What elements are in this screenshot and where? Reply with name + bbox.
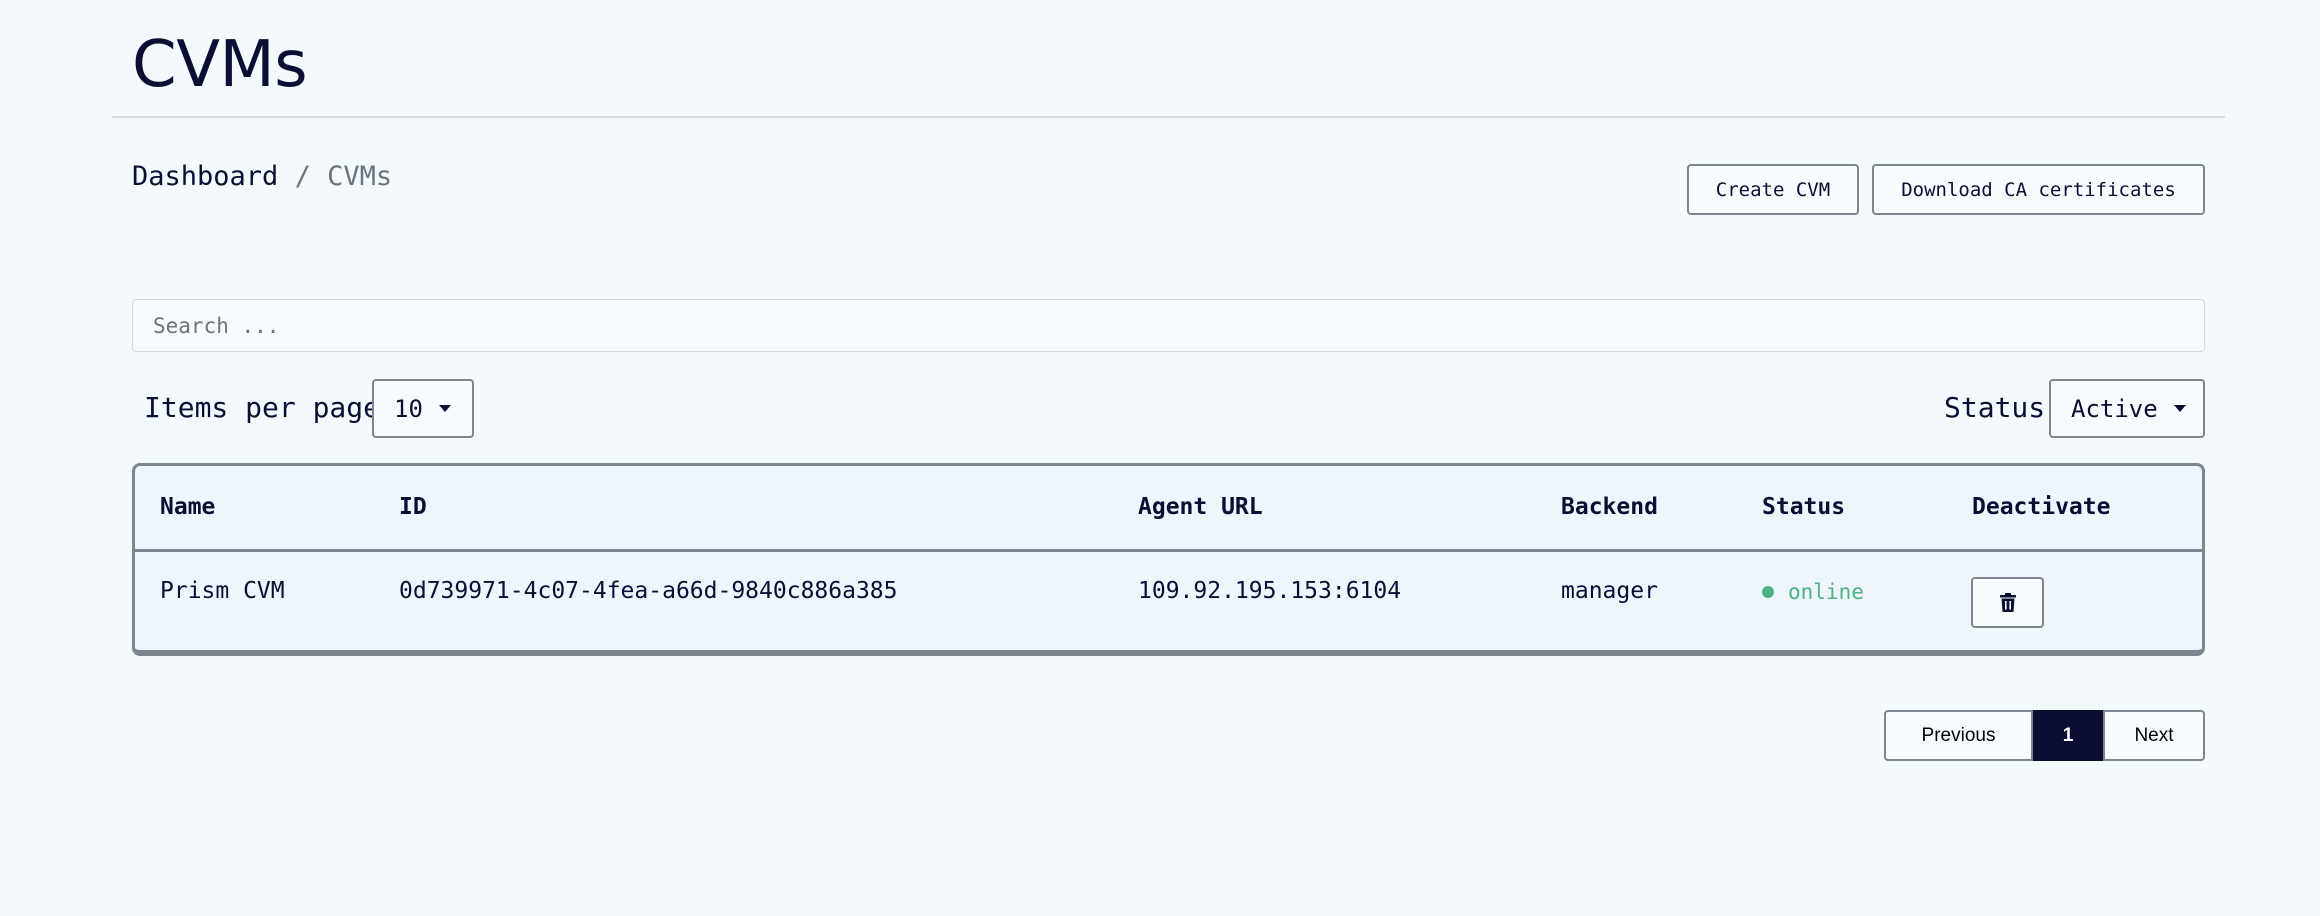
chevron-down-icon (2173, 405, 2186, 412)
items-per-page-select[interactable]: 10 (372, 379, 474, 438)
cell-name: Prism CVM (160, 578, 285, 604)
status-text: online (1788, 580, 1864, 604)
column-header-agent-url: Agent URL (1138, 494, 1263, 520)
breadcrumb-current: CVMs (327, 161, 393, 192)
cvm-table: Name ID Agent URL Backend Status Deactiv… (132, 463, 2205, 656)
chevron-down-icon (438, 405, 451, 412)
breadcrumb: Dashboard / CVMs (132, 160, 392, 194)
items-per-page-value: 10 (394, 394, 423, 423)
deactivate-button[interactable] (1971, 577, 2044, 628)
download-ca-certificates-button[interactable]: Download CA certificates (1872, 164, 2205, 215)
pagination-previous-button[interactable]: Previous (1884, 710, 2033, 761)
breadcrumb-separator: / (294, 161, 311, 192)
column-header-backend: Backend (1561, 494, 1658, 520)
page-title: CVMs (132, 28, 308, 102)
cell-agent-url: 109.92.195.153:6104 (1138, 578, 1402, 604)
column-header-id: ID (399, 494, 427, 520)
pagination-page-1[interactable]: 1 (2033, 710, 2103, 761)
search-input[interactable] (132, 299, 2205, 352)
column-header-name: Name (160, 494, 216, 520)
title-divider (112, 116, 2225, 118)
pagination-next-button[interactable]: Next (2103, 710, 2205, 761)
status-filter-label: Status (1944, 391, 2046, 424)
column-header-status: Status (1762, 494, 1846, 520)
breadcrumb-dashboard-link[interactable]: Dashboard (132, 161, 278, 192)
status-dot-icon (1762, 586, 1774, 598)
status-filter-select[interactable]: Active (2049, 379, 2205, 438)
cell-backend: manager (1561, 578, 1658, 604)
cell-status: online (1762, 577, 1864, 607)
cell-id: 0d739971-4c07-4fea-a66d-9840c886a385 (399, 578, 898, 604)
table-header: Name ID Agent URL Backend Status Deactiv… (135, 466, 2202, 552)
items-per-page-label: Items per page (144, 391, 381, 424)
status-filter-value: Active (2071, 394, 2158, 423)
create-cvm-button[interactable]: Create CVM (1687, 164, 1859, 215)
column-header-deactivate: Deactivate (1972, 494, 2111, 520)
trash-icon (1999, 592, 2016, 612)
